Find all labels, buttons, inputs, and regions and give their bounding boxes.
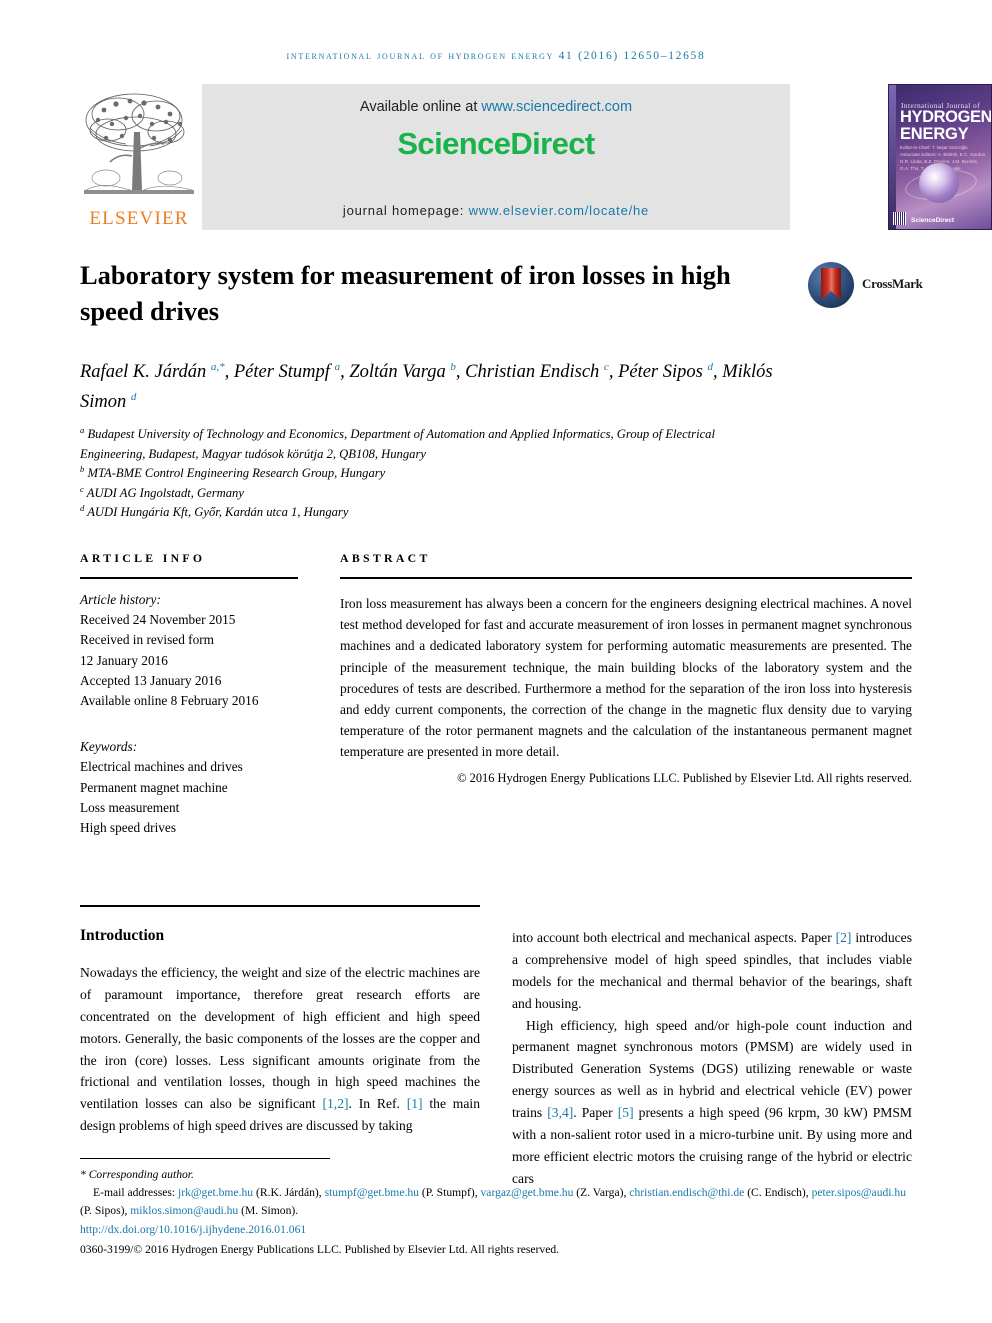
affiliation-list: a Budapest University of Technology and … <box>80 425 780 523</box>
keyword-item: Electrical machines and drives <box>80 759 243 775</box>
page-title: Laboratory system for measurement of iro… <box>80 260 731 326</box>
running-head: International Journal of Hydrogen Energy… <box>286 50 706 62</box>
elsevier-logo: ELSEVIER <box>80 84 198 230</box>
masthead: ELSEVIER Available online at www.science… <box>80 84 992 230</box>
affiliation-text: AUDI Hungária Kft, Győr, Kardán utca 1, … <box>87 505 349 520</box>
crossmark-label: CrossMark <box>862 276 923 291</box>
affiliation-item: a Budapest University of Technology and … <box>80 425 780 464</box>
article-info-rule <box>80 577 298 579</box>
cover-barcode <box>893 212 906 225</box>
author-list: Rafael K. Járdán a,*, Péter Stumpf a, Zo… <box>80 360 773 412</box>
affiliation-item: b MTA-BME Control Engineering Research G… <box>80 464 780 484</box>
keywords-label: Keywords: <box>80 739 138 755</box>
body-paragraph: into account both electrical and mechani… <box>512 930 912 1011</box>
doi-link[interactable]: http://dx.doi.org/10.1016/j.ijhydene.201… <box>80 1221 918 1238</box>
journal-homepage-label: journal homepage: <box>342 203 469 218</box>
sciencedirect-logo-part1: Science <box>397 126 511 161</box>
sciencedirect-link[interactable]: www.sciencedirect.com <box>481 99 632 115</box>
cover-sphere-graphic <box>919 163 959 203</box>
cover-spine <box>889 85 896 229</box>
article-history-line: 12 January 2016 <box>80 652 168 668</box>
sciencedirect-logo[interactable]: ScienceDirect <box>202 126 790 162</box>
crossmark-ribbon-icon <box>821 268 841 300</box>
abstract-text: Iron loss measurement has always been a … <box>340 596 912 760</box>
sciencedirect-logo-part2: Direct <box>510 126 595 161</box>
abstract-copyright: © 2016 Hydrogen Energy Publications LLC.… <box>457 771 912 786</box>
affiliation-item: d AUDI Hungária Kft, Győr, Kardán utca 1… <box>80 503 780 523</box>
article-history-line: Received 24 November 2015 <box>80 612 236 628</box>
elsevier-wordmark: ELSEVIER <box>89 208 189 229</box>
cover-title-hydrogen: HYDROGEN <box>900 108 992 126</box>
affiliation-marker: d <box>80 502 85 513</box>
article-history-label: Article history: <box>80 592 161 607</box>
affiliation-text: Budapest University of Technology and Ec… <box>80 427 715 461</box>
sciencedirect-banner: Available online at www.sciencedirect.co… <box>202 84 790 230</box>
article-history-line: Accepted 13 January 2016 <box>80 672 222 688</box>
body-paragraph: Nowadays the efficiency, the weight and … <box>80 965 480 1134</box>
available-online-text: Available online at www.sciencedirect.co… <box>202 99 790 115</box>
article-info-heading: ARTICLE INFO <box>80 551 206 565</box>
keywords-block: Keywords: Electrical machines and drives… <box>80 737 298 838</box>
crossmark-icon <box>808 262 854 308</box>
crossmark-badge[interactable]: CrossMark <box>808 262 923 312</box>
issn-copyright-line: 0360-3199/© 2016 Hydrogen Energy Publica… <box>80 1242 560 1256</box>
affiliation-marker: a <box>80 424 85 435</box>
journal-homepage-link[interactable]: www.elsevier.com/locate/he <box>469 203 649 218</box>
keyword-item: Permanent magnet machine <box>80 779 228 795</box>
journal-cover-image: International Journal of HYDROGEN ENERGY… <box>888 84 992 230</box>
cover-sciencedirect-mark: ScienceDirect <box>911 217 954 224</box>
abstract-column: ABSTRACT Iron loss measurement has alway… <box>340 551 912 786</box>
corresponding-author-note: * Corresponding author. <box>80 1168 194 1181</box>
affiliation-marker: b <box>80 463 85 474</box>
affiliation-item: c AUDI AG Ingolstadt, Germany <box>80 484 780 504</box>
section-title-introduction: Introduction <box>80 927 165 944</box>
section-divider <box>80 905 480 907</box>
paper-page: International Journal of Hydrogen Energy… <box>0 0 992 1323</box>
affiliation-text: AUDI AG Ingolstadt, Germany <box>86 485 244 500</box>
footer-divider <box>80 1158 330 1159</box>
affiliation-marker: c <box>80 483 84 494</box>
article-history-block: Article history: Received 24 November 20… <box>80 590 298 711</box>
body-column-left: Nowadays the efficiency, the weight and … <box>80 962 480 1137</box>
keyword-item: Loss measurement <box>80 799 180 815</box>
available-online-prefix: Available online at <box>359 99 482 115</box>
body-paragraph: High efficiency, high speed and/or high-… <box>512 1017 912 1186</box>
page-footer: * Corresponding author. E-mail addresses… <box>80 1166 918 1258</box>
abstract-heading: ABSTRACT <box>340 551 431 565</box>
journal-homepage-line: journal homepage: www.elsevier.com/locat… <box>202 203 790 218</box>
article-history-line: Received in revised form <box>80 632 215 648</box>
keyword-item: High speed drives <box>80 820 177 836</box>
abstract-rule <box>340 577 912 579</box>
cover-title-energy: ENERGY <box>900 125 969 143</box>
email-addresses[interactable]: E-mail addresses: jrk@get.bme.hu (R.K. J… <box>80 1184 918 1219</box>
article-info-column: ARTICLE INFO Article history: Received 2… <box>80 551 298 838</box>
affiliation-text: MTA-BME Control Engineering Research Gro… <box>87 466 386 481</box>
article-history-line: Available online 8 February 2016 <box>80 693 259 709</box>
elsevier-tree-icon <box>84 93 194 194</box>
body-column-right: into account both electrical and mechani… <box>512 927 912 1190</box>
